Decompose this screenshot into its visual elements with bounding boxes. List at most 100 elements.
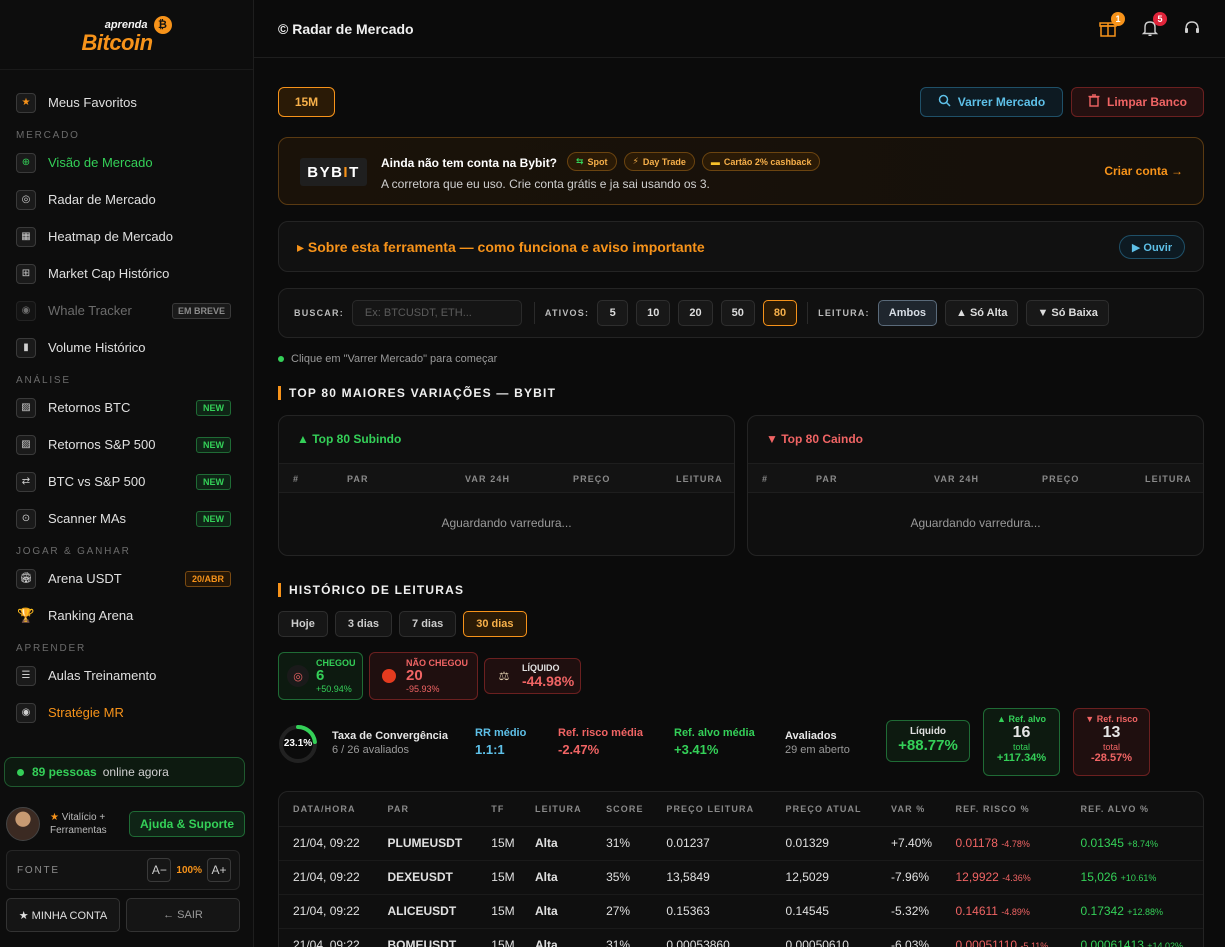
cell-target: 15,026 +10.61% [1066,860,1203,895]
cell-reading: Alta [521,860,593,895]
col-reading[interactable]: LEITURA [521,792,593,827]
sidebar-item-marketcap[interactable]: ⊞ Market Cap Histórico [0,255,253,292]
top-bar: © Radar de Mercado 1 5 [254,0,1225,58]
swap-icon: ⇆ [576,156,584,166]
col-score[interactable]: SCORE [592,792,653,827]
timeframe-button[interactable]: 15M [278,87,335,117]
help-support-button[interactable]: Ajuda & Suporte [129,811,246,837]
cell-score: 35% [592,860,653,895]
col-current-price[interactable]: PREÇO ATUAL [771,792,878,827]
clear-database-button[interactable]: Limpar Banco [1071,87,1204,117]
col-datetime[interactable]: DATA/HORA [279,792,374,827]
col-pair[interactable]: PAR [373,792,478,827]
cell-reading: Alta [521,826,593,861]
divider [533,302,535,324]
sidebar-item-heatmap[interactable]: ▦ Heatmap de Mercado [0,218,253,255]
range-today[interactable]: Hoje [278,611,328,637]
table-row[interactable]: 21/04, 09:22 DEXEUSDT 15M Alta 35% 13,5849 12,… [279,860,1203,895]
gift-icon[interactable]: 1 [1097,12,1125,40]
compare-icon: ⇄ [16,471,36,492]
cell-datetime: 21/04, 09:22 [279,928,374,947]
lightning-icon: ⚡ [632,156,639,166]
create-account-link[interactable]: Criar conta → [1104,164,1183,178]
sidebar-item-scanner[interactable]: ⊙ Scanner MAs NEW [0,500,253,537]
ativos-5-button[interactable]: 5 [597,300,629,326]
promo-subtitle: A corretora que eu uso. Crie conta gráti… [381,177,710,191]
sidebar-item-label: Market Cap Histórico [48,266,170,281]
bitcoin-icon: ₿ [153,15,172,34]
red-dot-icon [382,669,396,683]
scan-market-button[interactable]: Varrer Mercado [920,87,1063,117]
sidebar-item-retornos-btc[interactable]: ▨ Retornos BTC NEW [0,389,253,426]
ativos-10-button[interactable]: 10 [636,300,671,326]
section-aprender: APRENDER [16,642,86,654]
col-risk[interactable]: REF. RISCO % [941,792,1067,827]
history-title: HISTÓRICO DE LEITURAS [278,583,464,597]
stat-not-reached: NÃO CHEGOU 20 -95.93% [369,652,478,700]
leitura-baixa-button[interactable]: ▼ Só Baixa [1026,300,1109,326]
new-badge: NEW [196,473,231,490]
tag-spot: ⇆ Spot [567,152,617,171]
online-text: online agora [102,765,169,779]
section-analise: ANÁLISE [16,374,71,386]
risk-total-value: 13 [1102,724,1121,741]
logo-main-text: Bitcoin [81,29,154,55]
sidebar-item-favoritos[interactable]: ★ Meus Favoritos [0,84,253,121]
table-row[interactable]: 21/04, 09:22 ALICEUSDT 15M Alta 27% 0.15363 0.… [279,894,1203,929]
sidebar-item-volume[interactable]: ▮ Volume Histórico [0,329,253,366]
sidebar-item-radar[interactable]: ◎ Radar de Mercado [0,181,253,218]
target-label: Ref. alvo média [674,727,755,739]
col-var[interactable]: VAR % [877,792,942,827]
about-tool-accordion[interactable]: ▸ Sobre esta ferramenta — como funciona … [278,221,1204,272]
logout-button[interactable]: ← SAIR [126,898,240,932]
listen-button[interactable]: ▶ Ouvir [1119,235,1185,259]
range-30-days[interactable]: 30 dias [463,611,527,637]
sidebar-item-whale[interactable]: ◉ Whale Tracker EM BREVE [0,292,253,329]
leitura-alta-button[interactable]: ▲ Só Alta [945,300,1019,326]
list-icon: ☰ [16,665,36,686]
ativos-label: ATIVOS: [544,308,590,318]
font-decrease-button[interactable]: A− [147,858,172,882]
col-target[interactable]: REF. ALVO % [1066,792,1203,827]
headset-icon[interactable] [1181,16,1203,40]
ativos-50-button[interactable]: 50 [720,300,755,326]
ativos-80-button[interactable]: 80 [762,300,798,326]
bell-icon[interactable]: 5 [1139,12,1167,40]
cell-var: +7.40% [877,826,942,861]
leitura-ambos-button[interactable]: Ambos [877,300,938,326]
convergence-label: Taxa de Convergência [332,730,448,742]
my-account-button[interactable]: ★ MINHA CONTA [6,898,120,932]
volume-icon: ▮ [16,337,36,358]
sidebar-item-label: Stratégie MR [48,705,124,720]
sidebar-item-btc-vs-sp[interactable]: ⇄ BTC vs S&P 500 NEW [0,463,253,500]
arena-icon: 🏟 [16,568,36,589]
table-row[interactable]: 21/04, 09:22 BOMEUSDT 15M Alta 31% 0.00053860… [279,928,1203,947]
cell-tf: 15M [477,860,521,895]
hint-text: Clique em "Varrer Mercado" para começar [291,353,498,365]
font-increase-button[interactable]: A+ [207,858,231,882]
sidebar-item-label: Ranking Arena [48,608,134,623]
sidebar-item-label: Whale Tracker [48,303,132,318]
sidebar-item-arena[interactable]: 🏟 Arena USDT 20/ABR [0,560,253,597]
target-price: 0.01345 [1080,836,1124,850]
sidebar-item-visao[interactable]: ⊕ Visão de Mercado [0,144,253,181]
range-7-days[interactable]: 7 dias [399,611,457,637]
col-tf[interactable]: TF [477,792,521,827]
search-input[interactable] [351,300,522,326]
ativos-20-button[interactable]: 20 [678,300,713,326]
scale-icon: ⚖ [498,669,510,683]
range-3-days[interactable]: 3 dias [334,611,393,637]
user-plan: ★ Vitalício + Ferramentas [50,811,125,837]
sidebar-item-aulas[interactable]: ☰ Aulas Treinamento [0,657,253,694]
table-row[interactable]: 21/04, 09:22 PLUMEUSDT 15M Alta 31% 0.01237 0.… [279,826,1203,861]
sidebar-item-ranking[interactable]: 🏆 Ranking Arena [0,597,253,634]
bybit-logo: BYB I T [300,158,367,186]
risk-price: 0.01178 [955,836,998,850]
reached-label: CHEGOU [316,657,356,668]
sidebar-item-strategie[interactable]: ◉ Stratégie MR [0,694,253,731]
logo[interactable]: aprenda Bitcoin ₿ [0,0,253,70]
cell-risk: 0.00051110 -5.11% [941,928,1067,947]
avatar[interactable] [6,807,40,841]
sidebar-item-retornos-sp[interactable]: ▨ Retornos S&P 500 NEW [0,426,253,463]
col-reading-price[interactable]: PREÇO LEITURA [652,792,772,827]
